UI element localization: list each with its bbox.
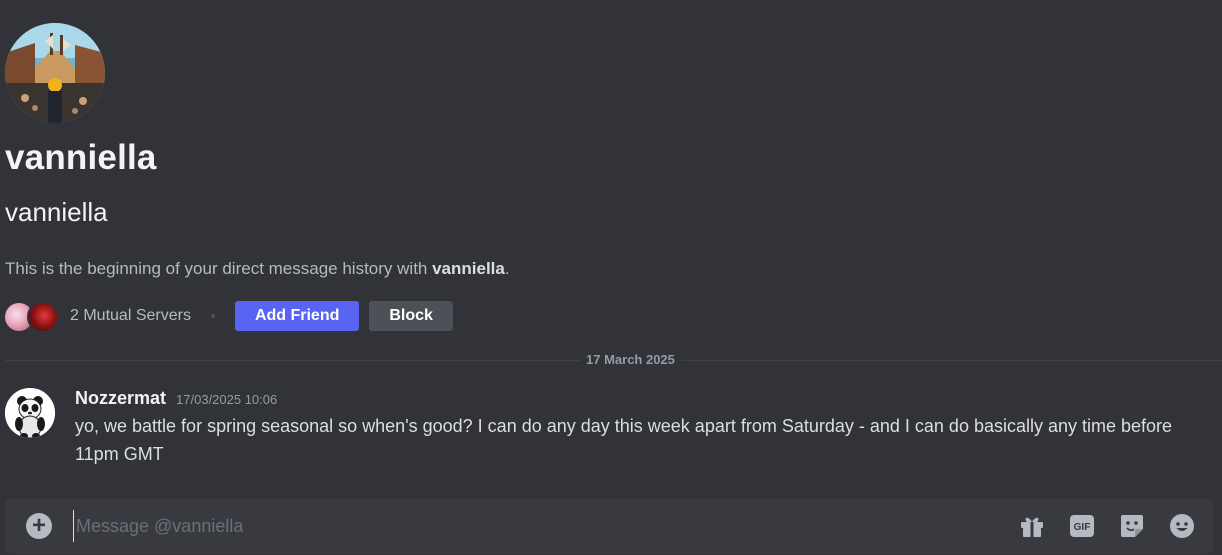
add-icon[interactable]: + [26,513,52,539]
message-input[interactable] [73,510,958,542]
profile-avatar-image [5,23,105,123]
message-text: yo, we battle for spring seasonal so whe… [75,416,1173,464]
dm-intro-text: This is the beginning of your direct mes… [5,257,510,281]
message-composer: + GIF [5,498,1214,554]
message-timestamp: 17/03/2025 10:06 [176,392,278,407]
gif-label: GIF [1074,522,1091,533]
add-friend-button[interactable]: Add Friend [234,301,360,331]
mutual-servers-link[interactable]: 2 Mutual Servers [70,307,191,325]
mutual-server-avatar [27,301,59,333]
date-divider-label: 17 March 2025 [580,352,681,368]
emoji-icon[interactable] [1168,512,1196,540]
mutual-servers-avatars[interactable] [3,301,63,333]
profile-avatar[interactable] [5,23,105,123]
profile-username: vanniella [5,197,108,227]
message-header: Nozzermat 17/03/2025 10:06 [75,388,277,409]
intro-prefix: This is the beginning of your direct mes… [5,259,433,278]
block-button[interactable]: Block [369,301,453,331]
intro-suffix: . [504,259,510,278]
sticker-icon[interactable] [1118,512,1146,540]
panda-avatar-image [5,388,55,438]
profile-actions-row: 2 Mutual Servers Add Friend Block [3,300,453,333]
intro-name: vanniella [432,259,505,278]
dm-channel: vanniella vanniella This is the beginnin… [0,0,1222,555]
message-author-avatar[interactable] [5,388,55,438]
gift-icon[interactable] [1018,512,1046,540]
message-author[interactable]: Nozzermat [75,388,166,409]
profile-display-name: vanniella [5,138,157,177]
gif-icon[interactable]: GIF [1068,512,1096,540]
separator-dot [210,314,215,318]
